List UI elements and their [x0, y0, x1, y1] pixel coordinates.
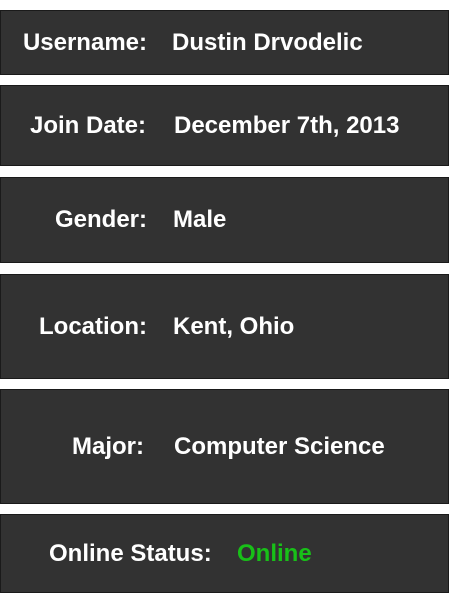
profile-row-location: Location: Kent, Ohio — [0, 274, 449, 379]
major-value: Computer Science — [174, 432, 385, 460]
profile-row-online-status: Online Status: Online — [0, 514, 449, 593]
join-date-value: December 7th, 2013 — [174, 111, 400, 139]
profile-row-username: Username: Dustin Drvodelic — [0, 10, 449, 75]
online-status-value: Online — [237, 539, 312, 567]
join-date-label: Join Date: — [29, 111, 146, 139]
major-label: Major: — [72, 432, 144, 460]
gender-label: Gender: — [54, 206, 147, 233]
gender-value: Male — [173, 206, 227, 233]
location-label: Location: — [39, 312, 147, 340]
location-value: Kent, Ohio — [173, 312, 295, 340]
profile-row-major: Major: Computer Science — [0, 389, 449, 504]
profile-row-join-date: Join Date: December 7th, 2013 — [0, 85, 449, 166]
username-value: Dustin Drvodelic — [172, 28, 363, 56]
online-status-label: Online Status: — [49, 539, 212, 567]
profile-row-gender: Gender: Male — [0, 177, 449, 263]
username-label: Username: — [22, 28, 147, 56]
